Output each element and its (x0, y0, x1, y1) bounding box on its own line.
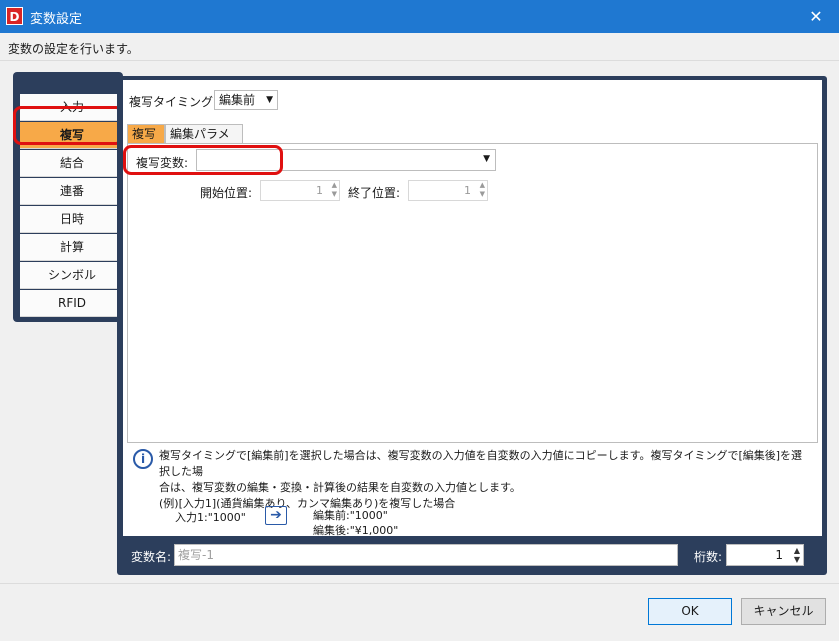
ok-button[interactable]: OK (648, 598, 732, 625)
timing-label: 複写タイミング: (129, 95, 218, 109)
nav-item-symbol[interactable]: シンボル (20, 262, 124, 289)
end-pos-value: 1 (464, 184, 471, 197)
start-pos-spinner[interactable]: 1 ▲ ▼ (260, 180, 340, 201)
var-name-input[interactable]: 複写-1 (174, 544, 678, 566)
info-line-1: 複写タイミングで[編集前]を選択した場合は、複写変数の入力値を自変数の入力値にコ… (159, 449, 803, 478)
highlight-timing (123, 145, 283, 175)
spinner-arrows-icon: ▲ ▼ (479, 181, 485, 198)
content-area: 入力 複写 結合 連番 日時 計算 シンボル RFID 複写タイミング: 編集前… (0, 61, 839, 583)
title-bar: D 変数設定 ✕ (0, 0, 839, 33)
nav-item-join[interactable]: 結合 (20, 150, 124, 177)
info-line-3: (例)[入力1](通貨編集あり、カンマ編集あり)を複写した場合 (159, 497, 456, 510)
close-button[interactable]: ✕ (793, 0, 839, 33)
nav-item-datetime[interactable]: 日時 (20, 206, 124, 233)
description-text: 変数の設定を行います。 (8, 42, 139, 56)
tab-body: 複写変数: ▼ 開始位置: 1 ▲ ▼ 終了位置: 1 ▲ ▼ (127, 143, 818, 443)
info-icon: i (133, 449, 153, 469)
bottom-row: 変数名: 複写-1 桁数: 1 ▲ ▼ (117, 540, 827, 570)
arrow-right-icon: ➔ (265, 506, 287, 525)
app-icon: D (6, 7, 23, 25)
spinner-arrows-icon: ▲ ▼ (331, 181, 337, 198)
highlight-nav-copy (13, 106, 124, 145)
start-pos-value: 1 (316, 184, 323, 197)
info-area: i 複写タイミングで[編集前]を選択した場合は、複写変数の入力値を自変数の入力値… (127, 443, 818, 537)
nav-item-rfid[interactable]: RFID (20, 290, 124, 317)
timing-select[interactable]: 編集前 ▼ (214, 90, 278, 110)
end-pos-spinner[interactable]: 1 ▲ ▼ (408, 180, 488, 201)
start-pos-label: 開始位置: (200, 186, 253, 200)
info-text: 複写タイミングで[編集前]を選択した場合は、複写変数の入力値を自変数の入力値にコ… (159, 448, 809, 512)
nav-item-serial[interactable]: 連番 (20, 178, 124, 205)
footer: OK キャンセル (0, 583, 839, 641)
window-title: 変数設定 (30, 12, 83, 27)
cancel-button[interactable]: キャンセル (741, 598, 826, 625)
info-line-2: 合は、複写変数の編集・変換・計算後の結果を自変数の入力値とします。 (159, 481, 521, 494)
chevron-down-icon: ▼ (483, 154, 490, 164)
nav-item-calc[interactable]: 計算 (20, 234, 124, 261)
tab-copy[interactable]: 複写 (127, 124, 165, 143)
chevron-down-icon: ▼ (266, 95, 273, 105)
var-name-label: 変数名: (131, 550, 172, 564)
example-before: 編集前:"1000" (313, 509, 388, 522)
example-input: 入力1:"1000" (175, 511, 246, 524)
digits-label: 桁数: (694, 550, 723, 564)
tab-edit-params[interactable]: 編集パラメータ (165, 124, 243, 159)
example-after: 編集後:"¥1,000" (313, 524, 399, 537)
digits-value: 1 (775, 548, 783, 562)
timing-value: 編集前 (219, 93, 256, 107)
end-pos-label: 終了位置: (348, 186, 401, 200)
digits-spinner[interactable]: 1 ▲ ▼ (726, 544, 804, 566)
description-bar: 変数の設定を行います。 (0, 33, 839, 61)
spinner-arrows-icon: ▲ ▼ (793, 546, 800, 564)
